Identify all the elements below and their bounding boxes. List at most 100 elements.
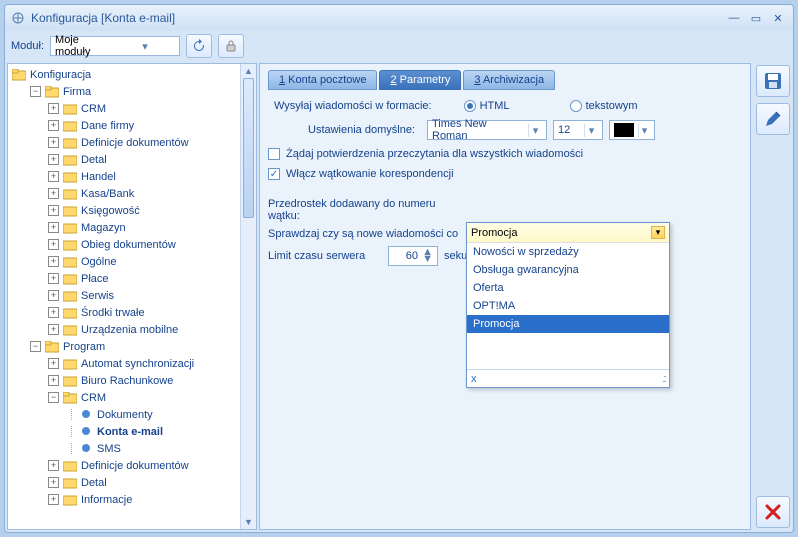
size-select[interactable]: 12▾ — [553, 120, 603, 140]
tree-item[interactable]: +Definicje dokumentów — [8, 134, 256, 151]
expand-icon[interactable]: + — [48, 171, 59, 182]
folder-icon — [63, 307, 77, 319]
tree-program[interactable]: −Program — [8, 338, 256, 355]
close-button[interactable]: ✕ — [769, 9, 787, 27]
lock-button[interactable] — [218, 34, 244, 58]
tree-item[interactable]: +Urządzenia mobilne — [8, 321, 256, 338]
tab-params[interactable]: 2 Parametry — [379, 70, 461, 90]
spinner-arrows[interactable]: ▲▼ — [421, 249, 433, 263]
expand-icon[interactable]: + — [48, 120, 59, 131]
folder-icon — [45, 341, 59, 353]
collapse-icon[interactable]: − — [48, 392, 59, 403]
tree-item[interactable]: +Kasa/Bank — [8, 185, 256, 202]
expand-icon[interactable]: + — [48, 188, 59, 199]
expand-icon[interactable]: + — [48, 239, 59, 250]
folder-icon — [63, 222, 77, 234]
poll-label: Sprawdzaj czy są nowe wiadomości co — [268, 228, 468, 240]
collapse-icon[interactable]: − — [30, 86, 41, 97]
module-combo[interactable]: Moje moduły ▾ — [50, 36, 180, 56]
expand-icon[interactable]: + — [48, 222, 59, 233]
tree-item[interactable]: +CRM — [8, 100, 256, 117]
save-button[interactable] — [756, 65, 790, 97]
expand-icon[interactable]: + — [48, 137, 59, 148]
chk-row-1[interactable]: Żądaj potwierdzenia przeczytania dla wsz… — [268, 148, 742, 160]
tree-item[interactable]: +Księgowość — [8, 202, 256, 219]
tree-item[interactable]: +Dane firmy — [8, 117, 256, 134]
expand-icon[interactable]: + — [48, 494, 59, 505]
radio-html[interactable]: HTML — [464, 100, 510, 112]
expand-icon[interactable]: + — [48, 324, 59, 335]
tree-scrollbar[interactable]: ▲ ▼ — [240, 64, 256, 529]
refresh-button[interactable] — [186, 34, 212, 58]
tree-firma[interactable]: −Firma — [8, 83, 256, 100]
radio-text[interactable]: tekstowym — [570, 100, 638, 112]
folder-icon — [63, 477, 77, 489]
scroll-thumb[interactable] — [243, 78, 254, 218]
expand-icon[interactable]: + — [48, 273, 59, 284]
tree-item[interactable]: +Środki trwałe — [8, 304, 256, 321]
expand-icon[interactable]: + — [48, 205, 59, 216]
expand-icon[interactable]: + — [48, 460, 59, 471]
dropdown-option[interactable]: Nowości w sprzedaży — [467, 243, 669, 261]
tree-item[interactable]: +Obieg dokumentów — [8, 236, 256, 253]
expand-icon[interactable]: + — [48, 290, 59, 301]
tree-root[interactable]: Konfiguracja — [8, 66, 256, 83]
tree-crm[interactable]: −CRM — [8, 389, 256, 406]
tab-archive[interactable]: 3 Archiwizacja — [463, 70, 555, 90]
tree-item[interactable]: +Definicje dokumentów — [8, 457, 256, 474]
folder-icon — [63, 375, 77, 387]
pen-button[interactable] — [756, 103, 790, 135]
expand-icon[interactable]: + — [48, 307, 59, 318]
tree-leaf[interactable]: SMS — [8, 440, 256, 457]
dropdown-option[interactable]: Obsługa gwarancyjna — [467, 261, 669, 279]
expand-icon[interactable]: + — [48, 103, 59, 114]
color-select[interactable]: ▾ — [609, 120, 655, 140]
tree-item[interactable]: +Detal — [8, 474, 256, 491]
resize-grip-icon[interactable]: .:: — [662, 373, 665, 385]
dropdown-option[interactable]: Oferta — [467, 279, 669, 297]
defaults-row: Ustawienia domyślne: Times New Roman▾ 12… — [268, 120, 742, 140]
dropdown-option[interactable]: OPT!MA — [467, 297, 669, 315]
tree-item[interactable]: +Handel — [8, 168, 256, 185]
tree-leaf[interactable]: Dokumenty — [8, 406, 256, 423]
content-panel: 1 Konta pocztowe 2 Parametry 3 Archiwiza… — [259, 63, 751, 530]
minimize-button[interactable]: — — [725, 9, 743, 27]
prefix-dropdown: Promocja ▾ Nowości w sprzedaży Obsługa g… — [466, 222, 670, 388]
collapse-icon[interactable]: − — [30, 341, 41, 352]
folder-icon — [63, 256, 77, 268]
folder-icon — [63, 290, 77, 302]
tree-item[interactable]: +Płace — [8, 270, 256, 287]
tree-item[interactable]: +Biuro Rachunkowe — [8, 372, 256, 389]
tree-item[interactable]: +Automat synchronizacji — [8, 355, 256, 372]
prefix-combo-input[interactable]: Promocja ▾ — [467, 223, 669, 243]
folder-icon — [63, 358, 77, 370]
prefix-label: Przedrostek dodawany do numeru wątku: — [268, 198, 468, 222]
tree-item[interactable]: +Informacje — [8, 491, 256, 508]
tree-item[interactable]: +Ogólne — [8, 253, 256, 270]
config-tree[interactable]: Konfiguracja −Firma +CRM +Dane firmy +De… — [8, 64, 256, 510]
dropdown-option-selected[interactable]: Promocja — [467, 315, 669, 333]
dropdown-close[interactable]: x — [471, 373, 477, 385]
folder-icon — [63, 205, 77, 217]
timeout-input[interactable]: 60 ▲▼ — [388, 246, 438, 266]
expand-icon[interactable]: + — [48, 358, 59, 369]
expand-icon[interactable]: + — [48, 375, 59, 386]
tree-item[interactable]: +Serwis — [8, 287, 256, 304]
maximize-button[interactable]: ▭ — [747, 9, 765, 27]
expand-icon[interactable]: + — [48, 477, 59, 488]
chk-row-2[interactable]: ✓Włącz wątkowanie korespondencji — [268, 168, 742, 180]
expand-icon[interactable]: + — [48, 154, 59, 165]
cancel-button[interactable] — [756, 496, 790, 528]
folder-icon — [63, 324, 77, 336]
radio-icon — [570, 100, 582, 112]
titlebar: Konfiguracja [Konta e-mail] — ▭ ✕ — [5, 5, 793, 31]
tab-accounts[interactable]: 1 Konta pocztowe — [268, 70, 377, 90]
tree-item[interactable]: +Detal — [8, 151, 256, 168]
tree-item[interactable]: +Magazyn — [8, 219, 256, 236]
expand-icon[interactable]: + — [48, 256, 59, 267]
tree-leaf-selected[interactable]: Konta e-mail — [8, 423, 256, 440]
folder-icon — [63, 154, 77, 166]
font-select[interactable]: Times New Roman▾ — [427, 120, 547, 140]
scroll-down-icon[interactable]: ▼ — [241, 515, 256, 529]
scroll-up-icon[interactable]: ▲ — [241, 64, 256, 78]
